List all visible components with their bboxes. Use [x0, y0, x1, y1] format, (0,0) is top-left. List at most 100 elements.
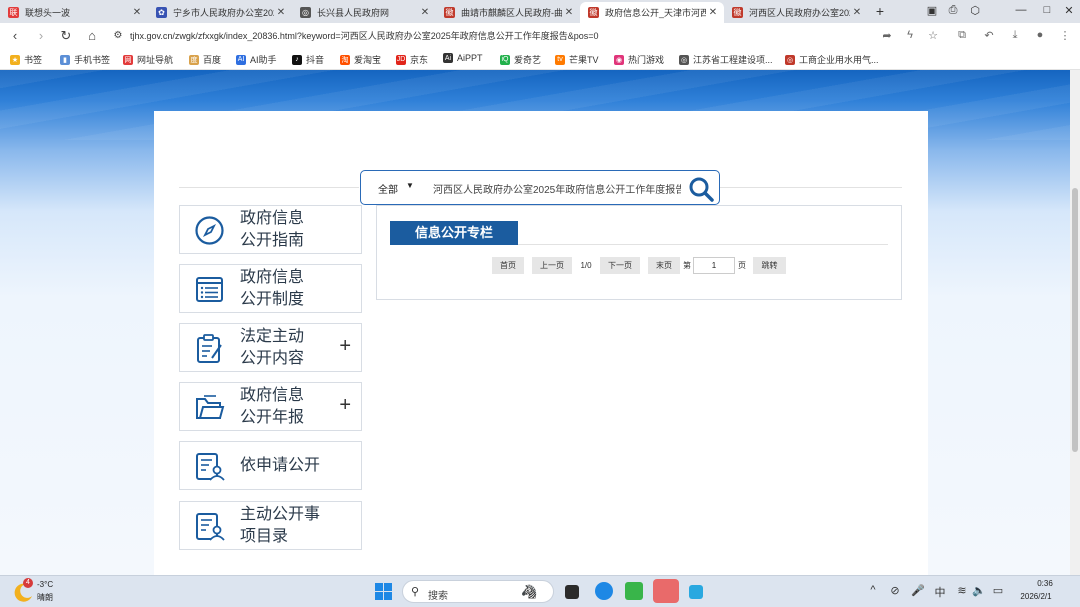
site-info-icon[interactable]: ⚙: [110, 28, 126, 44]
search-icon: ⚲: [411, 586, 420, 598]
bookmark-icon: iQ: [500, 54, 510, 65]
next-page-button[interactable]: 下一页: [600, 257, 640, 274]
bookmark-item[interactable]: ◉ 热门游戏: [614, 53, 664, 66]
volume-icon[interactable]: 🔈: [972, 584, 986, 597]
clock-time[interactable]: 0:36: [1031, 579, 1059, 588]
network-off-icon[interactable]: ⊘: [888, 584, 902, 597]
bookmark-item[interactable]: 网网址导航: [123, 53, 173, 66]
page-number-input[interactable]: 1: [693, 257, 735, 274]
close-tab-icon[interactable]: ✕: [130, 7, 144, 18]
monitor-app-icon[interactable]: [625, 582, 643, 600]
first-page-button[interactable]: 首页: [492, 257, 524, 274]
tab-title: 政府信息公开_天津市河西区...: [605, 8, 706, 18]
windows-start-icon[interactable]: [375, 583, 392, 600]
page-suffix: 页: [738, 261, 746, 270]
print-icon[interactable]: ⎙: [946, 4, 960, 17]
tab-5[interactable]: 徽 河西区人民政府办公室2025年... ✕: [724, 2, 868, 23]
bookmark-item[interactable]: JD 京东: [396, 53, 428, 66]
tab-3[interactable]: 徽 曲靖市麒麟区人民政府-曲靖... ✕: [436, 2, 580, 23]
prev-page-button[interactable]: 上一页: [532, 257, 572, 274]
download-icon[interactable]: ⤓: [1008, 29, 1022, 42]
bookmark-item[interactable]: Ai AiPPT: [443, 53, 483, 63]
flash-icon[interactable]: ϟ: [903, 29, 917, 41]
bookmark-item[interactable]: ◎ 江苏省工程建设项...: [679, 53, 773, 66]
sidebar-item-statutory[interactable]: 法定主动 公开内容 +: [179, 323, 362, 372]
task-view-icon[interactable]: [565, 585, 579, 599]
bookmark-item[interactable]: 淘爱淘宝: [340, 53, 381, 66]
sidebar-item-request[interactable]: 依申请公开: [179, 441, 362, 490]
menu-icon[interactable]: ⋮: [1058, 29, 1072, 42]
last-page-button[interactable]: 末页: [648, 257, 680, 274]
tab-favicon-icon: 徽: [732, 7, 743, 18]
sidebar-item-rules[interactable]: 政府信息 公开制度: [179, 264, 362, 313]
chevron-down-icon[interactable]: ▼: [406, 181, 414, 190]
folder-icon: [196, 395, 225, 419]
share-icon[interactable]: ➦: [880, 29, 894, 42]
bookmark-star-icon[interactable]: ☆: [926, 29, 940, 42]
close-window-button[interactable]: ✕: [1062, 4, 1076, 17]
tab-actions-icon[interactable]: ▣: [925, 4, 939, 17]
minimize-button[interactable]: —: [1014, 4, 1028, 16]
tab-1[interactable]: ✿ 宁乡市人民政府办公室2025年... ✕: [148, 2, 292, 23]
battery-icon[interactable]: ▭: [990, 584, 1006, 597]
forward-icon[interactable]: ›: [33, 28, 49, 44]
expand-icon[interactable]: +: [339, 335, 351, 357]
new-tab-button[interactable]: +: [872, 3, 888, 19]
user-form-icon: [196, 453, 225, 481]
tab-0[interactable]: 联 联想头一波 ✕: [0, 2, 148, 23]
tab-bar: 联 联想头一波 ✕ ✿ 宁乡市人民政府办公室2025年... ✕ ◎ 长兴县人民…: [0, 0, 1080, 23]
bookmark-item[interactable]: ★ 书签: [10, 53, 42, 66]
address-bar[interactable]: tjhx.gov.cn/zwgk/zfxxgk/index_20836.html…: [130, 28, 890, 45]
home-icon[interactable]: ⌂: [84, 28, 100, 44]
tab-favicon-icon: 徽: [588, 7, 599, 18]
undo-icon[interactable]: ↶: [982, 29, 996, 42]
clock-date[interactable]: 2026/2/1: [1014, 592, 1058, 601]
expand-icon[interactable]: +: [339, 394, 351, 416]
wifi-icon[interactable]: ≋: [955, 584, 969, 597]
extensions-icon[interactable]: ⬡: [968, 4, 982, 17]
bookmark-item[interactable]: ◎ 工商企业用水用气...: [785, 53, 879, 66]
snipping-tool-icon[interactable]: [689, 585, 703, 599]
tab-2[interactable]: ◎ 长兴县人民政府网 ✕: [292, 2, 436, 23]
profile-icon[interactable]: ●: [1033, 29, 1047, 41]
bookmark-item[interactable]: AI AI助手: [236, 53, 277, 66]
search-input[interactable]: 河西区人民政府办公室2025年政府信息公开工作年度报告: [433, 181, 681, 196]
bookmark-item[interactable]: tv 芒果TV: [555, 53, 599, 66]
bookmarks-bar: ★ 书签 ▮ 手机书签 网网址导航 度百度 AI AI助手 ♪ 抖音 淘爱淘宝 JD 京东…: [0, 49, 1080, 70]
close-tab-icon[interactable]: ✕: [706, 7, 720, 18]
close-tab-icon[interactable]: ✕: [418, 7, 432, 18]
show-hidden-icons[interactable]: ^: [866, 584, 880, 596]
nav-toolbar: ‹ › ↻ ⌂ ⚙ tjhx.gov.cn/zwgk/zfxxgk/index_…: [0, 23, 1080, 49]
search-scope-select[interactable]: 全部: [378, 181, 398, 196]
tab-title: 河西区人民政府办公室2025年...: [749, 8, 850, 18]
edge-browser-icon[interactable]: [595, 582, 613, 600]
bookmark-item[interactable]: 度百度: [189, 53, 221, 66]
close-tab-icon[interactable]: ✕: [850, 7, 864, 18]
sidebar-item-guide[interactable]: 政府信息 公开指南: [179, 205, 362, 254]
tab-title: 联想头一波: [25, 8, 71, 18]
maximize-button[interactable]: □: [1040, 4, 1054, 16]
sidebar-item-catalog[interactable]: 主动公开事 项目录: [179, 501, 362, 550]
bookmark-item[interactable]: ▮ 手机书签: [60, 53, 110, 66]
wechat-icon[interactable]: [653, 579, 679, 603]
close-tab-icon[interactable]: ✕: [562, 7, 576, 18]
scrollbar-thumb[interactable]: [1072, 188, 1078, 452]
sidebar-item-annual-report[interactable]: 政府信息 公开年报 +: [179, 382, 362, 431]
close-tab-icon[interactable]: ✕: [274, 7, 288, 18]
bookmark-item[interactable]: iQ 爱奇艺: [500, 53, 541, 66]
tab-4-active[interactable]: 徽 政府信息公开_天津市河西区... ✕: [580, 2, 724, 23]
jump-button[interactable]: 跳转: [753, 257, 786, 274]
taskbar-search-box[interactable]: ⚲ 搜索 🦓: [402, 580, 554, 603]
bookmark-label: 热门游戏: [628, 55, 665, 65]
search-icon[interactable]: [687, 176, 715, 202]
reload-icon[interactable]: ↻: [58, 28, 74, 44]
microphone-icon[interactable]: 🎤: [911, 584, 925, 597]
extensions-puzzle-icon[interactable]: ⧉: [955, 29, 969, 42]
bookmark-item[interactable]: ♪ 抖音: [292, 53, 324, 66]
list-document-icon: [196, 277, 223, 302]
back-icon[interactable]: ‹: [7, 28, 23, 44]
ime-indicator[interactable]: 中: [933, 584, 947, 600]
bookmark-icon: ★: [10, 54, 20, 65]
clipboard-icon: [197, 334, 222, 363]
page-scrollbar[interactable]: [1070, 70, 1080, 575]
